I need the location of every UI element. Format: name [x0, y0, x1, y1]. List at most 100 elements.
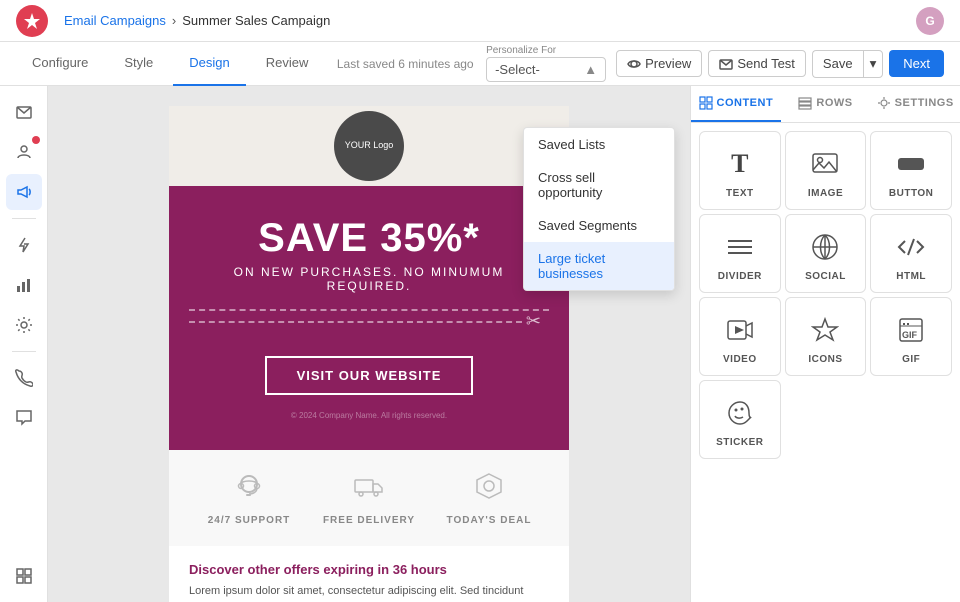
personalize-select[interactable]: -Select- ▲ — [486, 57, 606, 82]
content-item-video-label: VIDEO — [723, 354, 757, 365]
email-text-section: Discover other offers expiring in 36 hou… — [169, 546, 569, 602]
left-sidebar — [0, 86, 48, 602]
tab-review[interactable]: Review — [250, 42, 325, 86]
grid-icon — [699, 96, 713, 110]
promo-divider: ✂ — [189, 309, 549, 332]
personalize-dropdown: Saved Lists Cross sell opportunity Saved… — [523, 127, 675, 291]
delivery-icon — [309, 470, 429, 509]
icons-content-icon — [807, 312, 843, 348]
content-item-video[interactable]: VIDEO — [699, 297, 781, 376]
email-canvas: YOUR Logo SAVE 35%* ON NEW PURCHASES. NO… — [169, 106, 569, 582]
content-item-text-label: TEXT — [726, 188, 754, 199]
content-item-gif-label: GIF — [902, 354, 920, 365]
feature-deal-label: TODAY'S DEAL — [429, 515, 549, 526]
tab-style[interactable]: Style — [108, 42, 169, 86]
content-item-image-label: IMAGE — [808, 188, 843, 199]
brand-logo — [16, 5, 48, 37]
right-tab-content[interactable]: CONTENT — [691, 86, 781, 122]
content-item-social[interactable]: SOCIAL — [785, 214, 867, 293]
save-dropdown-button[interactable]: ▾ — [863, 50, 884, 78]
image-content-icon — [807, 146, 843, 182]
right-panel: CONTENT ROWS SETTINGS T TEXT — [690, 86, 960, 602]
breadcrumb: Email Campaigns › Summer Sales Campaign — [64, 13, 330, 28]
tab-configure[interactable]: Configure — [16, 42, 104, 86]
next-button[interactable]: Next — [889, 50, 944, 77]
content-item-html[interactable]: HTML — [870, 214, 952, 293]
feature-delivery-label: FREE DELIVERY — [309, 515, 429, 526]
sidebar-icon-megaphone[interactable] — [6, 174, 42, 210]
preview-button[interactable]: Preview — [616, 50, 702, 77]
gif-content-icon: GIF — [893, 312, 929, 348]
promo-subtitle: ON NEW PURCHASES. NO MINUMUM REQUIRED. — [189, 265, 549, 293]
eye-icon — [627, 57, 641, 71]
scissors-icon: ✂ — [526, 311, 541, 332]
sidebar-icon-phone[interactable] — [6, 360, 42, 396]
sidebar-divider-1 — [12, 218, 36, 219]
settings-icon — [877, 96, 891, 110]
feature-support: 24/7 SUPPORT — [189, 470, 309, 526]
mail-icon — [719, 57, 733, 71]
tab-area-wrapper: Configure Style Design Review Last saved… — [0, 42, 960, 86]
video-content-icon — [722, 312, 758, 348]
logo-circle: YOUR Logo — [334, 111, 404, 181]
content-item-divider[interactable]: DIVIDER — [699, 214, 781, 293]
feature-support-label: 24/7 SUPPORT — [189, 515, 309, 526]
content-item-image[interactable]: IMAGE — [785, 131, 867, 210]
sidebar-icon-chat[interactable] — [6, 400, 42, 436]
dropdown-item-cross-sell[interactable]: Cross sell opportunity — [524, 161, 674, 209]
content-item-button-label: BUTTON — [889, 188, 933, 199]
html-content-icon — [893, 229, 929, 265]
dropdown-item-saved-lists[interactable]: Saved Lists — [524, 128, 674, 161]
support-icon — [189, 470, 309, 509]
text-section-title: Discover other offers expiring in 36 hou… — [189, 562, 549, 577]
sidebar-icon-campaigns[interactable] — [6, 94, 42, 130]
dropdown-item-large-ticket[interactable]: Large ticket businesses — [524, 242, 674, 290]
content-item-sticker[interactable]: STICKER — [699, 380, 781, 459]
text-content-icon: T — [722, 146, 758, 182]
content-item-button[interactable]: BUTTON — [870, 131, 952, 210]
feature-delivery: FREE DELIVERY — [309, 470, 429, 526]
content-item-gif[interactable]: GIF GIF — [870, 297, 952, 376]
right-tab-rows[interactable]: ROWS — [781, 86, 871, 122]
sidebar-icon-analytics[interactable] — [6, 267, 42, 303]
email-promo: SAVE 35%* ON NEW PURCHASES. NO MINUMUM R… — [169, 186, 569, 450]
sticker-content-icon — [722, 395, 758, 431]
sidebar-divider-2 — [12, 351, 36, 352]
email-features: 24/7 SUPPORT FREE DELIVERY TODAY'S DEAL — [169, 450, 569, 546]
content-item-icons-label: ICONS — [808, 354, 842, 365]
svg-text:GIF: GIF — [902, 330, 918, 340]
promo-button[interactable]: VISIT OUR WEBSITE — [189, 348, 549, 395]
content-item-divider-label: DIVIDER — [718, 271, 762, 282]
personalize-caret: ▲ — [584, 62, 597, 77]
rows-icon — [798, 96, 812, 110]
action-buttons: Preview Send Test Save ▾ Next — [616, 50, 944, 78]
send-test-button[interactable]: Send Test — [708, 50, 806, 77]
deal-icon — [429, 470, 549, 509]
saved-info: Last saved 6 minutes ago — [328, 57, 482, 71]
promo-button-text: VISIT OUR WEBSITE — [265, 356, 474, 395]
personalize-value: -Select- — [495, 62, 540, 77]
content-item-icons[interactable]: ICONS — [785, 297, 867, 376]
breadcrumb-separator: › — [172, 13, 176, 28]
content-item-text[interactable]: T TEXT — [699, 131, 781, 210]
sidebar-icon-settings[interactable] — [6, 307, 42, 343]
content-item-social-label: SOCIAL — [805, 271, 846, 282]
sidebar-icon-contacts[interactable] — [6, 134, 42, 170]
content-item-sticker-label: STICKER — [716, 437, 763, 448]
sidebar-icon-lightning[interactable] — [6, 227, 42, 263]
logo-text: YOUR Logo — [345, 140, 394, 152]
user-avatar[interactable]: G — [916, 7, 944, 35]
breadcrumb-parent[interactable]: Email Campaigns — [64, 13, 166, 28]
text-section-body: Lorem ipsum dolor sit amet, consectetur … — [189, 583, 549, 602]
dropdown-item-saved-segments[interactable]: Saved Segments — [524, 209, 674, 242]
tab-design[interactable]: Design — [173, 42, 245, 86]
breadcrumb-current: Summer Sales Campaign — [182, 13, 330, 28]
save-button[interactable]: Save — [812, 50, 863, 78]
top-navigation: Email Campaigns › Summer Sales Campaign … — [0, 0, 960, 42]
personalize-label: Personalize For — [486, 46, 556, 56]
right-panel-tabs: CONTENT ROWS SETTINGS — [691, 86, 960, 123]
sidebar-icon-grid[interactable] — [6, 558, 42, 594]
right-tab-settings[interactable]: SETTINGS — [870, 86, 960, 122]
save-button-group: Save ▾ — [812, 50, 883, 78]
email-logo-area: YOUR Logo — [169, 106, 569, 186]
